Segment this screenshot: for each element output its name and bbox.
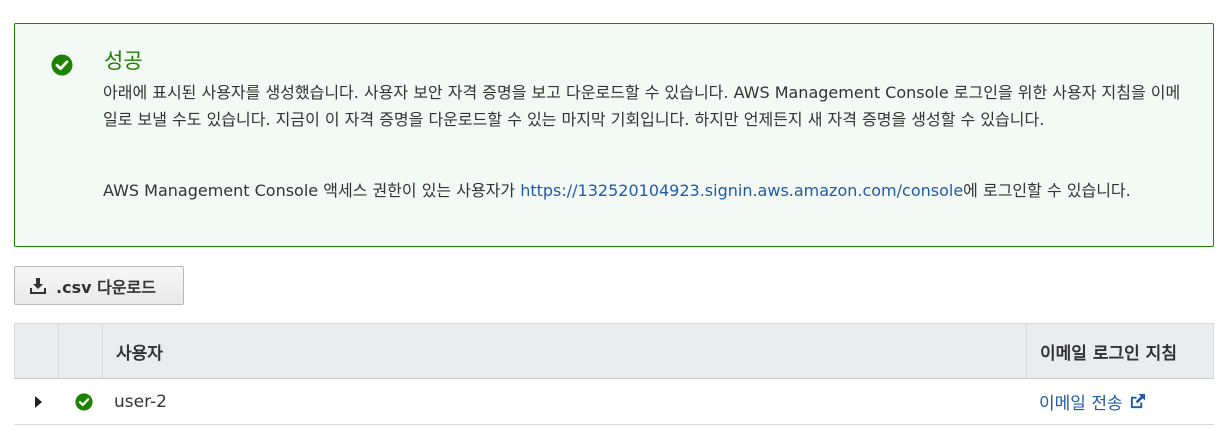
alert-title: 성공	[104, 49, 143, 73]
status-cell	[58, 379, 102, 424]
header-status-column	[59, 324, 103, 378]
users-table: 사용자 이메일 로그인 지침 user-2 이메일 전송	[14, 323, 1214, 425]
console-access-suffix: 에 로그인할 수 있습니다.	[963, 181, 1131, 200]
header-email-instructions[interactable]: 이메일 로그인 지침	[1027, 324, 1213, 378]
download-csv-label: .csv 다운로드	[56, 277, 156, 297]
table-header: 사용자 이메일 로그인 지침	[14, 323, 1214, 379]
success-alert: 성공 아래에 표시된 사용자를 생성했습니다. 사용자 보안 자격 증명을 보고…	[14, 23, 1214, 247]
expand-caret-icon[interactable]	[34, 395, 42, 408]
console-access-text: AWS Management Console 액세스 권한이 있는 사용자가 h…	[103, 177, 1203, 204]
alert-message: 아래에 표시된 사용자를 생성했습니다. 사용자 보안 자격 증명을 보고 다운…	[103, 83, 1181, 129]
send-email-link[interactable]: 이메일 전송	[1039, 389, 1123, 414]
console-signin-link[interactable]: https://132520104923.signin.aws.amazon.c…	[520, 181, 963, 200]
download-icon	[30, 277, 46, 294]
check-circle-icon	[51, 54, 73, 76]
header-user[interactable]: 사용자	[103, 324, 1027, 378]
external-link-icon[interactable]	[1129, 393, 1146, 410]
expand-cell	[14, 379, 58, 424]
table-row: user-2 이메일 전송	[14, 379, 1214, 425]
check-circle-icon	[75, 392, 93, 411]
user-name-cell: user-2	[114, 391, 167, 412]
email-cell: 이메일 전송	[1026, 379, 1214, 424]
console-access-prefix: AWS Management Console 액세스 권한이 있는 사용자가	[103, 181, 521, 200]
download-csv-button[interactable]: .csv 다운로드	[14, 266, 184, 305]
header-expand-column	[15, 324, 59, 378]
